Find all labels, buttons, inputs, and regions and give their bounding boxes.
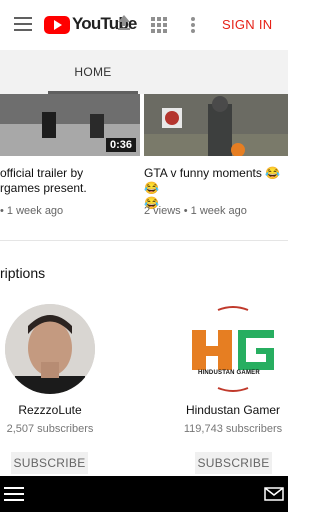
- tab-home[interactable]: HOME: [48, 50, 138, 94]
- tab-bar: HOME: [0, 50, 288, 94]
- channel-logo-image: [192, 306, 274, 392]
- video-title[interactable]: official trailer by rgames present.: [0, 166, 140, 196]
- subscribe-button[interactable]: SUBSCRIBE: [11, 452, 88, 474]
- channel-logo-text: HINDUSTAN GAMER: [198, 370, 260, 376]
- video-meta: 2 views • 1 week ago: [144, 205, 247, 217]
- youtube-play-icon: [44, 16, 70, 34]
- hamburger-menu-icon[interactable]: [4, 485, 24, 503]
- top-header: YouTube SIGN IN: [0, 0, 288, 50]
- video-thumbnail[interactable]: 0:36: [0, 94, 140, 156]
- sign-in-button[interactable]: SIGN IN: [222, 17, 273, 32]
- video-thumbnail-image: [144, 94, 288, 156]
- video-title-line-2: rgames present.: [0, 181, 87, 195]
- upload-icon[interactable]: [116, 14, 132, 32]
- more-vert-icon[interactable]: [190, 16, 196, 34]
- channel-name[interactable]: RezzzoLute: [0, 403, 100, 417]
- video-meta: • 1 week ago: [0, 205, 64, 217]
- video-thumbnail[interactable]: [144, 94, 288, 156]
- hamburger-menu-icon[interactable]: [14, 16, 32, 32]
- bottom-bar: [0, 476, 288, 512]
- section-divider: [0, 240, 288, 241]
- tab-home-label: HOME: [74, 65, 112, 79]
- channel-avatar[interactable]: HINDUSTAN GAMER: [186, 302, 280, 396]
- channel-name[interactable]: Hindustan Gamer: [178, 403, 288, 417]
- channel-avatar-image: [5, 304, 95, 394]
- section-heading: riptions: [0, 265, 46, 281]
- apps-grid-icon[interactable]: [151, 17, 167, 33]
- channel-avatar[interactable]: [5, 304, 95, 394]
- video-title-line-1: GTA v funny moments 😂😂: [144, 166, 281, 195]
- subscriber-count: 119,743 subscribers: [183, 423, 283, 435]
- mail-icon[interactable]: [264, 487, 284, 501]
- subscriber-count: 2,507 subscribers: [6, 423, 94, 435]
- subscribe-button[interactable]: SUBSCRIBE: [195, 452, 272, 474]
- video-duration: 0:36: [105, 138, 136, 152]
- video-title-line-1: official trailer by: [0, 166, 84, 180]
